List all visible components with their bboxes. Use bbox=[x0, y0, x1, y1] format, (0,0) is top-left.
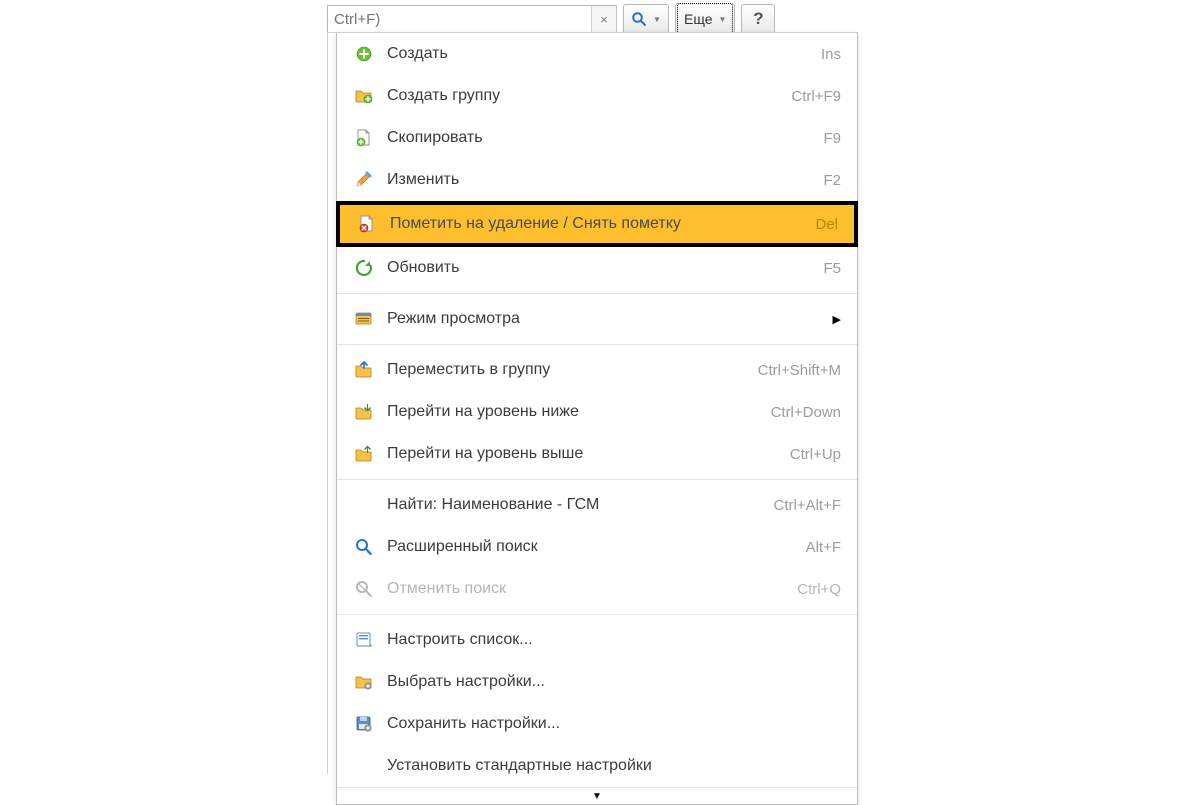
menu-item-label: Обновить bbox=[387, 259, 815, 277]
highlighted-menu-item-frame: Пометить на удаление / Снять пометку Del bbox=[336, 201, 858, 247]
view-mode-icon bbox=[353, 308, 375, 330]
menu-item-label: Переместить в группу bbox=[387, 361, 750, 379]
menu-item[interactable]: Создать Ins bbox=[337, 33, 857, 75]
menu-item[interactable]: Скопировать F9 bbox=[337, 117, 857, 159]
menu-item[interactable]: Выбрать настройки... bbox=[337, 661, 857, 703]
menu-separator bbox=[337, 614, 857, 615]
folder-plus-icon bbox=[353, 85, 375, 107]
menu-item-shortcut: Del bbox=[815, 216, 838, 233]
chevron-down-icon: ▼ bbox=[719, 15, 727, 24]
menu-item-shortcut: F5 bbox=[823, 260, 841, 277]
pencil-icon bbox=[353, 169, 375, 191]
menu-item[interactable]: Пометить на удаление / Снять пометку Del bbox=[340, 205, 854, 243]
menu-item[interactable]: Перейти на уровень ниже Ctrl+Down bbox=[337, 391, 857, 433]
menu-item-shortcut: Ctrl+F9 bbox=[791, 88, 841, 105]
menu-item-label: Перейти на уровень выше bbox=[387, 445, 782, 463]
menu-item-shortcut: Ctrl+Up bbox=[790, 446, 841, 463]
menu-item[interactable]: Изменить F2 bbox=[337, 159, 857, 201]
menu-item[interactable]: Расширенный поиск Alt+F bbox=[337, 526, 857, 568]
spacer-icon bbox=[353, 494, 375, 516]
page-delete-icon bbox=[356, 213, 378, 235]
menu-item[interactable]: Режим просмотра ▶ bbox=[337, 298, 857, 340]
menu-item[interactable]: Найти: Наименование - ГСМ Ctrl+Alt+F bbox=[337, 484, 857, 526]
menu-item-shortcut: F2 bbox=[823, 172, 841, 189]
clear-search-button[interactable]: × bbox=[591, 6, 616, 32]
menu-item[interactable]: Перейти на уровень выше Ctrl+Up bbox=[337, 433, 857, 475]
list-settings-icon bbox=[353, 629, 375, 651]
close-icon: × bbox=[600, 12, 608, 27]
search-dropdown-button[interactable]: ▼ bbox=[623, 4, 669, 34]
menu-item-shortcut: Ins bbox=[821, 46, 841, 63]
menu-item-label: Расширенный поиск bbox=[387, 538, 798, 556]
menu-item-label: Создать bbox=[387, 45, 813, 63]
page-plus-icon bbox=[353, 127, 375, 149]
folder-gear-icon bbox=[353, 671, 375, 693]
chevron-down-icon: ▼ bbox=[592, 791, 602, 802]
search-adv-icon bbox=[353, 536, 375, 558]
menu-item-shortcut: Alt+F bbox=[806, 539, 841, 556]
help-button[interactable]: ? bbox=[741, 4, 775, 34]
submenu-arrow-icon: ▶ bbox=[833, 313, 841, 326]
menu-item-label: Настроить список... bbox=[387, 631, 833, 649]
search-input[interactable] bbox=[328, 6, 616, 32]
menu-item[interactable]: Обновить F5 bbox=[337, 247, 857, 289]
menu-separator bbox=[337, 293, 857, 294]
menu-item-label: Создать группу bbox=[387, 87, 783, 105]
menu-item-shortcut: F9 bbox=[823, 130, 841, 147]
folder-down-icon bbox=[353, 401, 375, 423]
menu-item-shortcut: Ctrl+Shift+M bbox=[758, 362, 841, 379]
menu-item: Отменить поиск Ctrl+Q bbox=[337, 568, 857, 610]
menu-item-label: Режим просмотра bbox=[387, 310, 825, 328]
menu-item-label: Сохранить настройки... bbox=[387, 715, 833, 733]
more-button-outer[interactable]: Еще ▼ bbox=[675, 3, 735, 35]
menu-item-label: Найти: Наименование - ГСМ bbox=[387, 496, 765, 514]
menu-item-shortcut: Ctrl+Q bbox=[797, 581, 841, 598]
more-button-label: Еще bbox=[684, 11, 713, 27]
menu-item-label: Изменить bbox=[387, 171, 815, 189]
menu-item-label: Установить стандартные настройки bbox=[387, 757, 833, 775]
menu-item[interactable]: Установить стандартные настройки bbox=[337, 745, 857, 787]
menu-item[interactable]: Сохранить настройки... bbox=[337, 703, 857, 745]
menu-item-shortcut: Ctrl+Down bbox=[771, 404, 841, 421]
more-button: Еще ▼ bbox=[677, 3, 733, 35]
vertical-rule bbox=[327, 33, 328, 774]
menu-item-label: Перейти на уровень ниже bbox=[387, 403, 763, 421]
menu-item-label: Отменить поиск bbox=[387, 580, 789, 598]
more-dropdown-menu: Создать Ins Создать группу Ctrl+F9 Скопирова… bbox=[336, 32, 858, 805]
menu-item[interactable]: Переместить в группу Ctrl+Shift+M bbox=[337, 349, 857, 391]
plus-circle-icon bbox=[353, 43, 375, 65]
search-cancel-icon bbox=[353, 578, 375, 600]
menu-item-label: Скопировать bbox=[387, 129, 815, 147]
folder-move-icon bbox=[353, 359, 375, 381]
menu-item[interactable]: Создать группу Ctrl+F9 bbox=[337, 75, 857, 117]
folder-up-icon bbox=[353, 443, 375, 465]
menu-item-label: Выбрать настройки... bbox=[387, 673, 833, 691]
disk-gear-icon bbox=[353, 713, 375, 735]
chevron-down-icon: ▼ bbox=[653, 15, 661, 24]
menu-separator bbox=[337, 479, 857, 480]
menu-overflow-indicator[interactable]: ▼ bbox=[337, 787, 857, 804]
menu-item-label: Пометить на удаление / Снять пометку bbox=[390, 215, 807, 233]
refresh-icon bbox=[353, 257, 375, 279]
menu-item-shortcut: Ctrl+Alt+F bbox=[773, 497, 841, 514]
menu-separator bbox=[337, 344, 857, 345]
menu-item[interactable]: Настроить список... bbox=[337, 619, 857, 661]
search-box: × bbox=[327, 5, 617, 33]
help-button-label: ? bbox=[753, 9, 763, 29]
search-icon bbox=[631, 11, 647, 27]
